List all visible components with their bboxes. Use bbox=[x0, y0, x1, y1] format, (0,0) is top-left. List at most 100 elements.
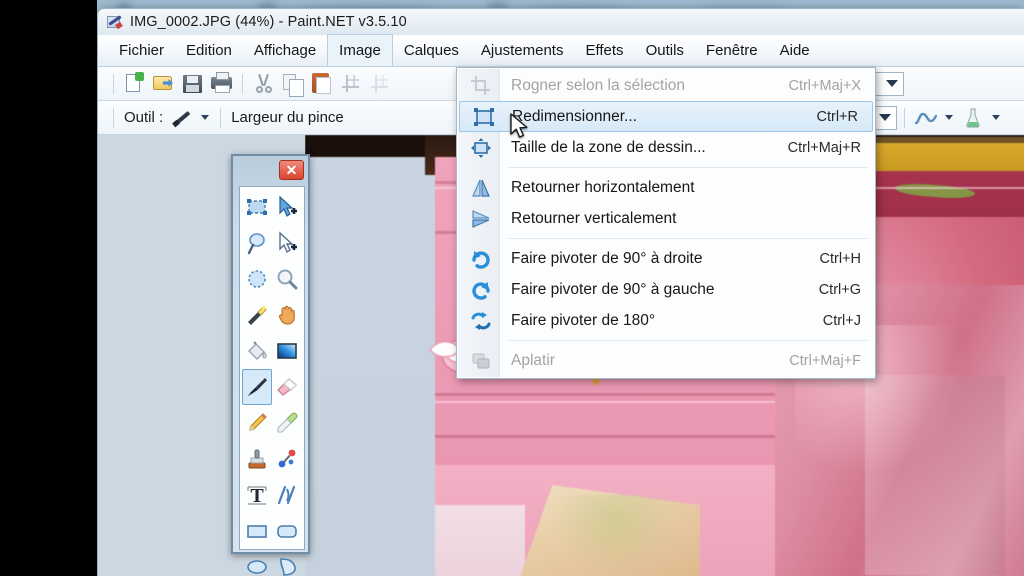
freeform-shape-tool[interactable] bbox=[272, 549, 302, 576]
menu-fenetre[interactable]: Fenêtre bbox=[695, 35, 769, 66]
menu-item-retourner-verticalement[interactable]: Retourner verticalement bbox=[457, 203, 875, 234]
close-icon[interactable]: ✕ bbox=[279, 160, 304, 180]
ellipse-select-tool[interactable] bbox=[242, 261, 272, 297]
menu-item-shortcut: Ctrl+Maj+X bbox=[788, 77, 861, 94]
crop-to-selection-icon bbox=[470, 75, 492, 97]
resize-image-icon bbox=[473, 106, 495, 128]
curve-antialiasing-icon[interactable] bbox=[912, 104, 939, 131]
paintbrush-tool[interactable] bbox=[242, 369, 272, 405]
rotate-right-icon bbox=[470, 248, 492, 270]
menu-effets[interactable]: Effets bbox=[574, 35, 634, 66]
rotate-180-icon bbox=[470, 310, 492, 332]
color-picker-tool[interactable] bbox=[272, 405, 302, 441]
pencil-tool[interactable] bbox=[242, 405, 272, 441]
eraser-tool[interactable] bbox=[272, 369, 302, 405]
menu-item-faire-pivoter-90-gauche[interactable]: Faire pivoter de 90° à gauche Ctrl+G bbox=[457, 274, 875, 305]
chevron-down-icon[interactable] bbox=[201, 115, 210, 120]
chevron-down-icon bbox=[879, 114, 891, 121]
canvas-size-icon bbox=[470, 137, 492, 159]
crop-to-selection-icon[interactable] bbox=[337, 70, 364, 97]
paintnet-application-window: IMG_0002.JPG (44%) - Paint.NET v3.5.10 F… bbox=[97, 8, 1024, 576]
menu-item-label: Retourner horizontalement bbox=[511, 178, 695, 196]
menu-item-label: Rogner selon la sélection bbox=[511, 76, 686, 94]
toolbar-separator bbox=[113, 107, 114, 128]
menu-outils[interactable]: Outils bbox=[635, 35, 695, 66]
menu-item-shortcut: Ctrl+Maj+F bbox=[789, 352, 861, 369]
rectangle-select-tool[interactable] bbox=[242, 189, 272, 225]
menu-edition[interactable]: Edition bbox=[175, 35, 243, 66]
deselect-icon[interactable] bbox=[366, 70, 393, 97]
rounded-rectangle-shape-tool[interactable] bbox=[272, 513, 302, 549]
paint-bucket-tool[interactable] bbox=[242, 333, 272, 369]
menu-item-retourner-horizontalement[interactable]: Retourner horizontalement bbox=[457, 172, 875, 203]
pan-tool[interactable] bbox=[272, 297, 302, 333]
chevron-down-icon[interactable] bbox=[945, 115, 953, 120]
close-label: ✕ bbox=[285, 162, 298, 178]
text-tool[interactable]: T bbox=[242, 477, 272, 513]
chevron-down-icon[interactable] bbox=[992, 115, 1000, 120]
paintnet-app-icon bbox=[106, 14, 123, 31]
gradient-tool[interactable] bbox=[272, 333, 302, 369]
window-title: IMG_0002.JPG (44%) - Paint.NET v3.5.10 bbox=[130, 14, 407, 30]
menu-item-aplatir[interactable]: Aplatir Ctrl+Maj+F bbox=[457, 345, 875, 376]
toolbar-separator bbox=[220, 107, 222, 128]
flatten-icon bbox=[470, 350, 492, 372]
cut-scissors-icon[interactable] bbox=[250, 70, 277, 97]
menu-item-rogner-selon-la-selection[interactable]: Rogner selon la sélection Ctrl+Maj+X bbox=[457, 70, 875, 101]
menu-calques[interactable]: Calques bbox=[393, 35, 470, 66]
menu-separator bbox=[509, 340, 867, 341]
menu-item-shortcut: Ctrl+G bbox=[818, 281, 861, 298]
menu-separator bbox=[509, 238, 867, 239]
new-icon[interactable] bbox=[121, 70, 148, 97]
open-folder-icon[interactable] bbox=[150, 70, 177, 97]
menu-item-shortcut: Ctrl+J bbox=[822, 312, 861, 329]
menu-aide[interactable]: Aide bbox=[769, 35, 821, 66]
recolor-tool[interactable] bbox=[272, 441, 302, 477]
screenshot-stage: IMG_0002.JPG (44%) - Paint.NET v3.5.10 F… bbox=[0, 0, 1024, 576]
menu-bar: Fichier Edition Affichage Image Calques … bbox=[98, 34, 1024, 67]
tools-grid: T bbox=[239, 186, 305, 576]
menu-item-shortcut: Ctrl+R bbox=[816, 108, 859, 125]
line-curve-tool[interactable] bbox=[272, 477, 302, 513]
current-tool-brush-icon[interactable] bbox=[168, 104, 195, 131]
toolbar-separator bbox=[242, 73, 243, 94]
move-selection-tool[interactable] bbox=[272, 225, 302, 261]
menu-fichier[interactable]: Fichier bbox=[108, 35, 175, 66]
tool-label: Outil : bbox=[124, 109, 164, 126]
zoom-tool[interactable] bbox=[272, 261, 302, 297]
copy-icon[interactable] bbox=[279, 70, 306, 97]
menu-item-faire-pivoter-180[interactable]: Faire pivoter de 180° Ctrl+J bbox=[457, 305, 875, 336]
clone-stamp-tool[interactable] bbox=[242, 441, 272, 477]
menu-item-label: Faire pivoter de 180° bbox=[511, 311, 656, 329]
menu-item-label: Faire pivoter de 90° à gauche bbox=[511, 280, 715, 298]
ellipse-shape-tool[interactable] bbox=[242, 549, 272, 576]
menu-item-label: Taille de la zone de dessin... bbox=[511, 138, 706, 156]
save-icon[interactable] bbox=[179, 70, 206, 97]
chevron-down-icon bbox=[886, 80, 898, 87]
menu-affichage[interactable]: Affichage bbox=[243, 35, 327, 66]
mouse-cursor bbox=[510, 113, 528, 138]
paste-icon[interactable] bbox=[308, 70, 335, 97]
print-icon[interactable] bbox=[208, 70, 235, 97]
rectangle-shape-tool[interactable] bbox=[242, 513, 272, 549]
brush-width-label: Largeur du pince bbox=[231, 109, 344, 126]
flip-horizontal-icon bbox=[470, 177, 492, 199]
menu-item-faire-pivoter-90-droite[interactable]: Faire pivoter de 90° à droite Ctrl+H bbox=[457, 243, 875, 274]
menu-item-label: Retourner verticalement bbox=[511, 209, 677, 227]
menu-ajustements[interactable]: Ajustements bbox=[470, 35, 575, 66]
tools-palette-window: ✕ T bbox=[231, 154, 310, 576]
toolbar-separator bbox=[904, 107, 905, 128]
menu-item-shortcut: Ctrl+H bbox=[819, 250, 862, 267]
flask-blend-mode-icon[interactable] bbox=[959, 104, 986, 131]
menu-item-shortcut: Ctrl+Maj+R bbox=[787, 139, 861, 156]
lasso-select-tool[interactable] bbox=[242, 225, 272, 261]
menu-separator bbox=[509, 167, 867, 168]
menu-item-label: Aplatir bbox=[511, 351, 555, 369]
magic-wand-tool[interactable] bbox=[242, 297, 272, 333]
move-selected-tool[interactable] bbox=[272, 189, 302, 225]
title-bar: IMG_0002.JPG (44%) - Paint.NET v3.5.10 bbox=[98, 9, 1024, 35]
menu-image[interactable]: Image bbox=[327, 34, 393, 66]
toolbar-separator bbox=[113, 73, 114, 94]
tools-palette-titlebar[interactable]: ✕ bbox=[233, 156, 308, 184]
menu-item-label: Faire pivoter de 90° à droite bbox=[511, 249, 703, 267]
